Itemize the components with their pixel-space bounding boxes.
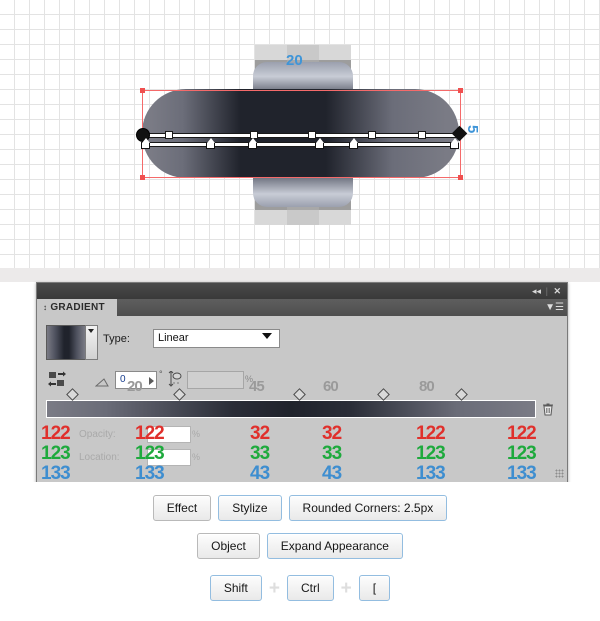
selection-handle-top-right[interactable] <box>458 88 463 93</box>
object-button[interactable]: Object <box>197 533 260 559</box>
annotator-midpoint[interactable] <box>368 131 376 139</box>
slider-label-60: 60 <box>323 378 339 395</box>
shift-key-button[interactable]: Shift <box>209 575 262 601</box>
trash-icon[interactable] <box>542 402 554 416</box>
annotator-stop[interactable] <box>141 139 150 149</box>
artboard-canvas[interactable]: 20 5 <box>0 0 600 268</box>
annotator-stop[interactable] <box>450 139 459 149</box>
angle-spinner-icon[interactable] <box>149 377 154 385</box>
collapse-arrows-icon[interactable]: ◂◂ <box>532 285 541 297</box>
rounded-corners-button[interactable]: Rounded Corners: 2.5px <box>288 495 448 521</box>
slider-label-45: 45 <box>249 378 265 395</box>
degree-symbol: ° <box>159 369 163 379</box>
slider-label-20: 20 <box>127 378 143 395</box>
effect-button[interactable]: Effect <box>152 495 212 521</box>
canvas-label-right: 5 <box>464 125 481 134</box>
reverse-gradient-icon[interactable] <box>48 371 66 387</box>
panel-tabbar[interactable]: ↕ GRADIENT ▼☰ <box>37 299 567 316</box>
selection-handle-bottom-right[interactable] <box>458 175 463 180</box>
panel-menu-icon[interactable]: ▼☰ <box>545 302 564 313</box>
aspect-ratio-input[interactable] <box>187 371 244 389</box>
stop-rgb-values: 122 123 133 <box>416 423 446 484</box>
gradient-presets-dropdown[interactable] <box>85 325 98 360</box>
plus-separator-icon: + <box>268 577 280 599</box>
angle-value: 0 <box>120 374 126 385</box>
panel-body: Type: Linear 0 ° % 20 45 60 80 Opacity: … <box>37 316 567 484</box>
tab-grip-icon: ↕ <box>43 303 48 312</box>
stop-rgb-values: 122 123 133 <box>135 423 165 484</box>
tab-gradient[interactable]: ↕ GRADIENT <box>37 299 117 316</box>
annotator-stop[interactable] <box>349 139 358 149</box>
type-select-value: Linear <box>158 332 189 344</box>
annotator-upper-bar <box>143 133 457 138</box>
canvas-label-top: 20 <box>286 52 303 69</box>
aspect-ratio-icon <box>168 371 182 387</box>
button-row-1: Effect Stylize Rounded Corners: 2.5px <box>0 495 600 521</box>
ctrl-key-button[interactable]: Ctrl <box>287 575 334 601</box>
plus-separator-icon: + <box>340 577 352 599</box>
panel-divider: | <box>545 286 548 296</box>
panel-titlebar[interactable]: ◂◂ | ✕ <box>37 283 567 299</box>
stop-rgb-values: 122 123 133 <box>41 423 71 484</box>
bracket-key-button[interactable]: [ <box>358 575 391 601</box>
button-row-3: Shift + Ctrl + [ <box>0 575 600 601</box>
angle-icon <box>95 378 109 387</box>
gradient-preview-swatch[interactable] <box>46 325 86 360</box>
stop-rgb-values: 32 33 43 <box>322 423 342 484</box>
type-select[interactable]: Linear <box>153 329 280 348</box>
gradient-midpoint-marker[interactable] <box>173 388 186 401</box>
gradient-panel[interactable]: ◂◂ | ✕ ↕ GRADIENT ▼☰ Type: Linear 0 ° % … <box>36 282 568 484</box>
selection-handle-bottom-left[interactable] <box>140 175 145 180</box>
gradient-midpoint-marker[interactable] <box>66 388 79 401</box>
stylize-button[interactable]: Stylize <box>218 495 282 521</box>
panel-gutter <box>0 268 600 282</box>
annotator-stop[interactable] <box>315 139 324 149</box>
gradient-midpoint-marker[interactable] <box>455 388 468 401</box>
resize-grip-icon[interactable] <box>555 469 564 478</box>
gradient-midpoint-marker[interactable] <box>293 388 306 401</box>
selection-handle-top-left[interactable] <box>140 88 145 93</box>
annotator-stop[interactable] <box>206 139 215 149</box>
button-row-2: Object Expand Appearance <box>0 533 600 559</box>
close-icon[interactable]: ✕ <box>553 285 561 297</box>
annotator-midpoint[interactable] <box>165 131 173 139</box>
instruction-buttons: Effect Stylize Rounded Corners: 2.5px Ob… <box>0 482 600 621</box>
annotator-lower-bar <box>143 142 457 147</box>
annotator-stop[interactable] <box>248 139 257 149</box>
panel-title: GRADIENT <box>50 302 105 313</box>
annotator-midpoint[interactable] <box>418 131 426 139</box>
expand-appearance-button[interactable]: Expand Appearance <box>266 533 403 559</box>
annotator-midpoint[interactable] <box>308 131 316 139</box>
gradient-annotator[interactable] <box>136 125 468 152</box>
slider-label-80: 80 <box>419 378 435 395</box>
gradient-slider-bar[interactable] <box>46 400 536 418</box>
type-label: Type: <box>103 333 130 345</box>
gradient-midpoint-marker[interactable] <box>377 388 390 401</box>
stop-rgb-values: 32 33 43 <box>250 423 270 484</box>
chevron-down-icon[interactable] <box>262 333 272 339</box>
